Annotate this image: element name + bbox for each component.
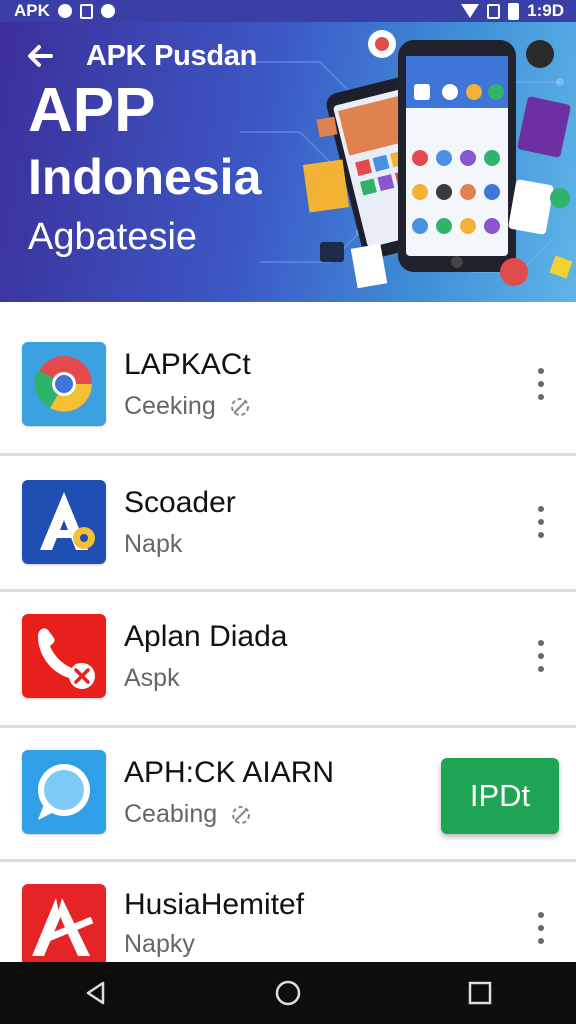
signal-icon [487,3,501,19]
hero-title-line1: APP [28,76,156,145]
more-dot-icon [538,394,544,400]
chat-bubble-icon [22,750,106,834]
hero-subtitle: APK Pusdan [86,40,258,72]
more-options-button[interactable] [524,364,558,404]
more-dot-icon [538,532,544,538]
home-nav-button[interactable] [258,968,318,1018]
more-dot-icon [538,519,544,525]
more-dot-icon [538,912,544,918]
app-screen: APK 1:9D APK Pusdan APP Indonesia Agbate… [0,0,576,1024]
more-options-button[interactable] [524,636,558,676]
hero-title-line2: Indonesia [28,149,262,205]
navigation-bar [0,962,576,1024]
app-name: HusiaHemitef [124,888,305,921]
app-subtitle-row: Aspk [124,664,180,693]
update-button[interactable]: IPDt [441,758,559,834]
browser-icon [22,342,106,426]
app-subtitle: Aspk [124,664,180,692]
app-list: LAPKACt Ceeking Scoader Napk Aplan Diada… [0,302,576,968]
loading-icon [232,805,251,824]
battery-icon [508,2,520,20]
shield-icon [100,4,115,18]
status-left: APK [14,1,115,21]
status-app-label: APK [14,1,50,20]
loading-icon [230,397,249,416]
app-name: Aplan Diada [124,620,288,653]
more-dot-icon [538,925,544,931]
app-subtitle: Ceeking [124,392,216,420]
list-item[interactable]: LAPKACt Ceeking [0,302,576,456]
app-store-icon [22,480,106,564]
phones-illustration [302,30,573,289]
notification-icon [57,4,72,18]
more-options-button[interactable] [524,502,558,542]
app-subtitle-row: Napk [124,530,182,559]
more-dot-icon [538,506,544,512]
app-subtitle-row: Napky [124,930,195,959]
list-item[interactable]: HusiaHemitef Napky [0,862,576,968]
more-dot-icon [538,666,544,672]
app-subtitle-row: Ceeking [124,392,252,421]
hero-caption: Agbatesie [28,216,198,258]
more-dot-icon [538,640,544,646]
square-recents-icon [468,981,492,1005]
status-time: 1:9D [527,1,564,20]
recents-nav-button[interactable] [450,968,510,1018]
triangle-back-icon [86,981,105,1005]
app-name: APH:CK AIARN [124,756,335,789]
back-nav-button[interactable] [66,968,126,1018]
a-logo-icon [22,884,106,968]
more-dot-icon [538,381,544,387]
app-subtitle-row: Ceabing [124,800,253,829]
more-dot-icon [538,368,544,374]
status-bar: APK 1:9D [0,0,576,22]
hero-banner: APK Pusdan APP Indonesia Agbatesie [0,22,576,302]
wifi-icon [461,4,480,18]
app-subtitle: Napky [124,930,195,958]
phone-blocked-icon [22,614,106,698]
arrow-left-icon [28,45,53,67]
app-name: LAPKACt [124,348,251,381]
more-options-button[interactable] [524,908,558,948]
app-subtitle: Napk [124,530,183,558]
more-dot-icon [538,938,544,944]
more-dot-icon [538,653,544,659]
app-name: Scoader [124,486,236,519]
list-item[interactable]: Aplan Diada Aspk [0,592,576,728]
status-right: 1:9D [461,1,564,21]
circle-home-icon [275,980,301,1006]
list-item[interactable]: Scoader Napk [0,456,576,592]
sim-icon [79,3,93,19]
back-button[interactable] [22,38,58,74]
app-subtitle: Ceabing [124,800,218,828]
